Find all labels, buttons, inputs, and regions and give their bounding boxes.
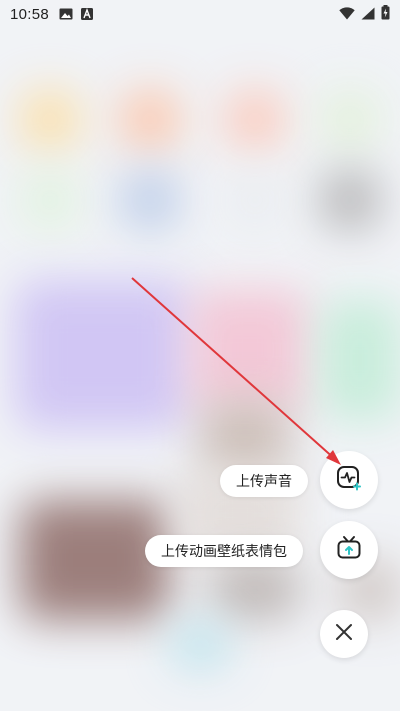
- status-bar: 10:58: [0, 0, 400, 28]
- close-button[interactable]: [320, 610, 368, 658]
- status-time: 10:58: [10, 5, 50, 23]
- upload-wallpaper-label[interactable]: 上传动画壁纸表情包: [145, 535, 303, 567]
- upload-wallpaper-button[interactable]: [320, 521, 378, 579]
- upload-sound-label-text: 上传声音: [236, 474, 292, 490]
- signal-icon: [361, 5, 375, 24]
- status-icons-left: [59, 5, 94, 24]
- audio-upload-icon: [335, 464, 363, 496]
- screen: 10:58 上传声音 上传动画壁纸表情包: [0, 0, 400, 711]
- upload-wallpaper-label-text: 上传动画壁纸表情包: [161, 544, 287, 560]
- upload-sound-button[interactable]: [320, 451, 378, 509]
- image-icon: [59, 5, 73, 24]
- tv-upload-icon: [335, 534, 363, 566]
- upload-sound-label[interactable]: 上传声音: [220, 465, 308, 497]
- status-icons-right: [339, 4, 390, 24]
- wifi-icon: [339, 5, 355, 24]
- close-icon: [335, 623, 353, 645]
- blurred-background: [0, 0, 400, 711]
- battery-charging-icon: [381, 4, 390, 24]
- a-icon: [81, 5, 94, 24]
